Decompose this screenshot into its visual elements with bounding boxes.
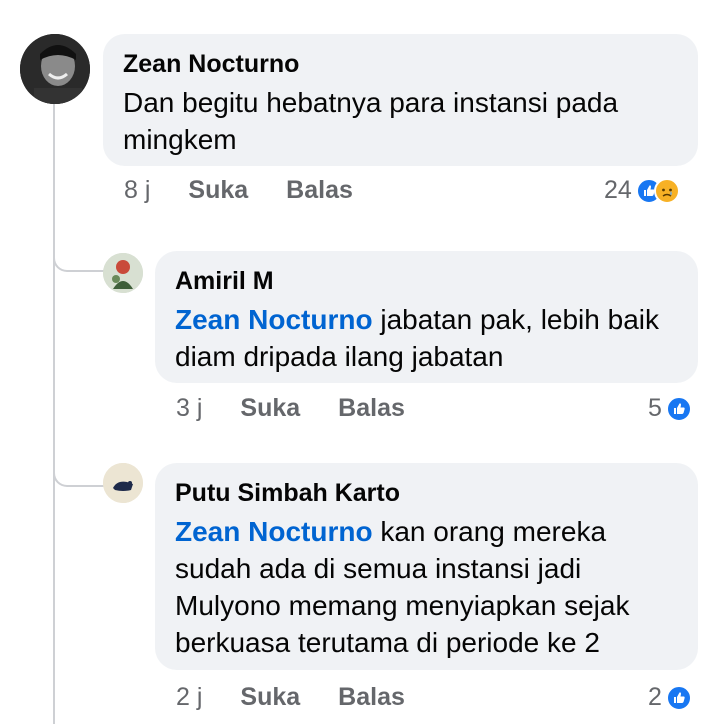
comment-author[interactable]: Zean Nocturno (123, 48, 678, 80)
comment-actions: 8 j Suka Balas (124, 176, 391, 205)
like-icon (665, 395, 692, 422)
comment-time[interactable]: 3 j (176, 394, 202, 423)
mention-link[interactable]: Zean Nocturno (175, 516, 373, 547)
reaction-summary[interactable]: 2 (648, 683, 692, 712)
comment-bubble: Putu Simbah Karto Zean Nocturno kan oran… (155, 463, 698, 670)
avatar[interactable] (20, 34, 90, 104)
reaction-summary[interactable]: 5 (648, 394, 692, 423)
comment-actions: 3 j Suka Balas (176, 394, 443, 423)
comment-author[interactable]: Amiril M (175, 265, 678, 297)
like-button[interactable]: Suka (240, 683, 300, 712)
like-button[interactable]: Suka (188, 176, 248, 205)
like-button[interactable]: Suka (240, 394, 300, 423)
comment-time[interactable]: 8 j (124, 176, 150, 205)
comment-text: Dan begitu hebatnya para instansi pada m… (123, 87, 619, 155)
reply-button[interactable]: Balas (286, 176, 353, 205)
avatar-image (103, 463, 143, 503)
like-icon (665, 684, 692, 711)
thread-branch-1 (53, 240, 105, 272)
comment-author[interactable]: Putu Simbah Karto (175, 477, 678, 509)
comment-bubble: Zean Nocturno Dan begitu hebatnya para i… (103, 34, 698, 166)
mention-link[interactable]: Zean Nocturno (175, 304, 373, 335)
reaction-count: 2 (648, 683, 662, 711)
avatar[interactable] (103, 253, 143, 293)
reaction-count: 5 (648, 394, 662, 422)
thread-line-main (53, 104, 55, 724)
reaction-summary[interactable]: 24 (604, 176, 680, 205)
comment-actions: 2 j Suka Balas (176, 683, 443, 712)
comment-text: Zean Nocturno jabatan pak, lebih baik di… (175, 304, 659, 372)
comment-text: Zean Nocturno kan orang mereka sudah ada… (175, 516, 630, 658)
comment-bubble: Amiril M Zean Nocturno jabatan pak, lebi… (155, 251, 698, 383)
avatar-image (103, 253, 143, 293)
avatar-image (20, 34, 90, 104)
avatar[interactable] (103, 463, 143, 503)
reaction-count: 24 (604, 176, 632, 204)
reply-button[interactable]: Balas (338, 683, 405, 712)
sad-icon (653, 177, 680, 204)
comment-time[interactable]: 2 j (176, 683, 202, 712)
thread-branch-2 (53, 455, 105, 487)
reply-button[interactable]: Balas (338, 394, 405, 423)
